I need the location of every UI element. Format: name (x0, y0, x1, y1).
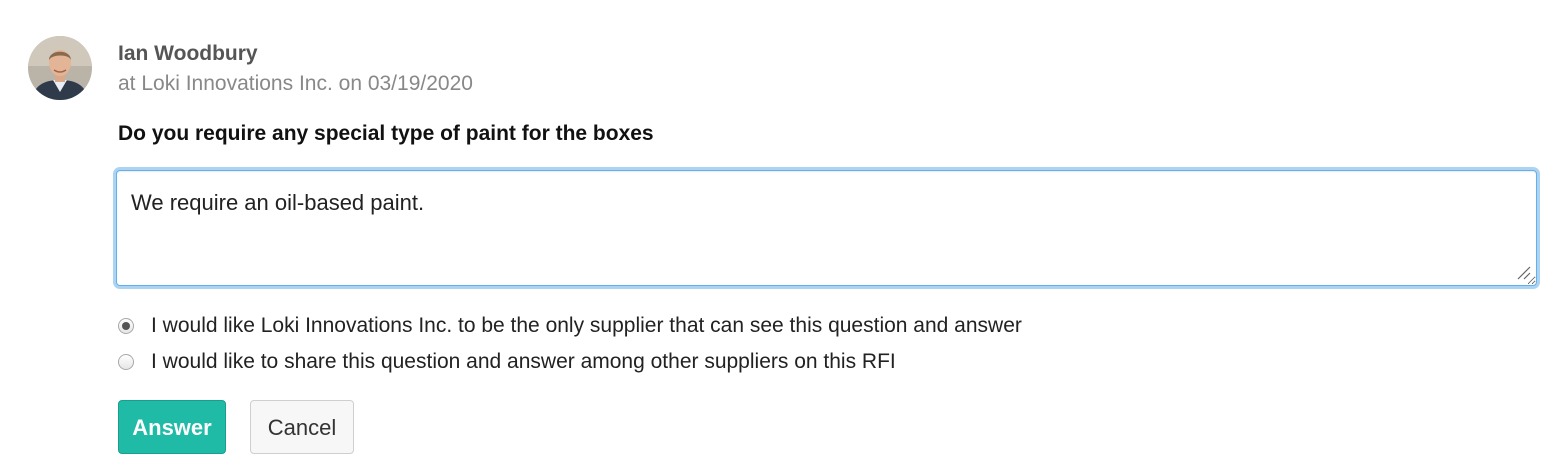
question-text: Do you require any special type of paint… (118, 122, 654, 145)
answer-textarea[interactable]: We require an oil-based paint. (116, 170, 1537, 286)
author-meta: at Loki Innovations Inc. on 03/19/2020 (118, 72, 473, 95)
visibility-option-label: I would like Loki Innovations Inc. to be… (151, 314, 1022, 337)
avatar (28, 36, 92, 100)
visibility-option-label: I would like to share this question and … (151, 350, 896, 373)
radio-button-shared[interactable] (118, 354, 134, 370)
radio-button-private[interactable] (118, 318, 134, 334)
visibility-option-private[interactable]: I would like Loki Innovations Inc. to be… (118, 313, 1022, 339)
person-avatar-icon (28, 36, 92, 100)
cancel-button[interactable]: Cancel (250, 400, 354, 454)
author-name: Ian Woodbury (118, 42, 258, 65)
visibility-option-shared[interactable]: I would like to share this question and … (118, 349, 896, 375)
answer-button[interactable]: Answer (118, 400, 226, 454)
question-answer-panel: Ian Woodbury at Loki Innovations Inc. on… (0, 0, 1554, 472)
